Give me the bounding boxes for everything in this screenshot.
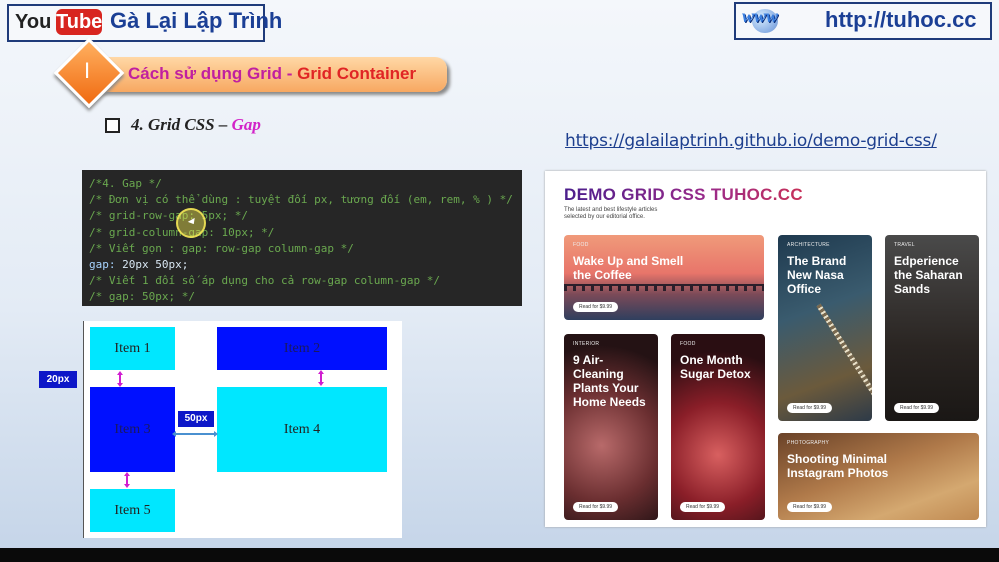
section-title-accent: Grid Container: [297, 64, 417, 83]
grid-item-2: Item 2: [217, 327, 387, 370]
card-category: INTERIOR: [573, 341, 600, 347]
subtitle-accent: Gap: [231, 115, 261, 134]
code-line: /* grid-row-gap: 5px; */: [89, 209, 248, 223]
pier-graphic: [564, 285, 764, 291]
section-number: I: [83, 58, 91, 83]
site-url: http://tuhoc.cc: [825, 7, 977, 32]
www-logo: www: [742, 6, 779, 26]
demo-page-title: DEMO GRID CSS TUHOC.CC: [564, 185, 803, 204]
card-category: ARCHITECTURE: [787, 242, 830, 248]
section-title-main: Cách sử dụng Grid -: [128, 64, 298, 83]
row-gap-arrow-icon: [117, 371, 123, 387]
demo-page-tagline: selected by our editorial office.: [564, 214, 645, 220]
code-line-gap: gap: 20px 50px;: [89, 257, 516, 273]
code-line: /* Đơn vị có thể dùng : tuyệt đối px, tư…: [89, 193, 513, 207]
grid-demo-panel: Item 1 Item 2 Item 3 Item 4 Item 5: [83, 321, 402, 538]
card-category: FOOD: [680, 341, 696, 347]
row-gap-label: 20px: [39, 371, 77, 388]
code-line: /* gap: 50px; */: [89, 290, 195, 304]
article-card[interactable]: ARCHITECTURE The Brand New Nasa Office R…: [778, 235, 872, 421]
code-value: 20px 50px;: [122, 258, 189, 272]
article-card[interactable]: FOOD Wake Up and Smell the Coffee Read f…: [564, 235, 764, 320]
column-gap-arrow-icon: [172, 431, 218, 437]
code-editor: /*4. Gap */ /* Đơn vị có thể dùng : tuyệ…: [82, 170, 522, 306]
article-card[interactable]: TRAVEL Edperience the Saharan Sands Read…: [885, 235, 979, 421]
card-read-button[interactable]: Read for $9.99: [787, 403, 833, 413]
video-bottom-bar: [0, 548, 999, 562]
card-read-button[interactable]: Read for $9.99: [573, 302, 619, 312]
column-gap-label: 50px: [178, 411, 214, 427]
youtube-logo-you: You: [15, 11, 52, 33]
card-category: TRAVEL: [894, 242, 915, 248]
checkbox-bullet-icon: [105, 118, 120, 133]
row-gap-arrow-icon: [124, 472, 130, 488]
card-read-button[interactable]: Read for $9.99: [573, 502, 619, 512]
code-line: /* Viết 1 đối số áp dụng cho cả row-gap …: [89, 274, 440, 288]
row-gap-arrow-icon: [318, 370, 324, 386]
card-read-button[interactable]: Read for $9.99: [787, 502, 833, 512]
code-keyword: gap:: [89, 258, 116, 272]
section-title: Cách sử dụng Grid - Grid Container: [128, 64, 416, 84]
code-line: /* grid-column-gap: 10px; */: [89, 225, 275, 239]
demo-link[interactable]: https://galailaptrinh.github.io/demo-gri…: [565, 131, 937, 151]
demo-page-tagline: The latest and best lifestyle articles: [564, 207, 658, 213]
grid-item-4: Item 4: [217, 387, 387, 472]
grid-item-5: Item 5: [90, 489, 175, 532]
channel-name: Gà Lại Lập Trình: [110, 8, 283, 33]
card-read-button[interactable]: Read for $9.99: [680, 502, 726, 512]
card-headline: Shooting Minimal Instagram Photos: [787, 452, 889, 480]
card-category: PHOTOGRAPHY: [787, 440, 830, 446]
card-category: FOOD: [573, 242, 589, 248]
article-card[interactable]: INTERIOR 9 Air-Cleaning Plants Your Home…: [564, 334, 658, 520]
grid-item-1: Item 1: [90, 327, 175, 370]
code-line: /* Viết gọn : gap: row-gap column-gap */: [89, 241, 354, 255]
grid-item-3: Item 3: [90, 387, 175, 472]
card-headline: Wake Up and Smell the Coffee: [573, 254, 684, 282]
demo-page-preview: DEMO GRID CSS TUHOC.CC The latest and be…: [545, 171, 986, 527]
card-read-button[interactable]: Read for $9.99: [894, 403, 940, 413]
card-headline: Edperience the Saharan Sands: [894, 254, 963, 296]
article-card[interactable]: FOOD One Month Sugar Detox Read for $9.9…: [671, 334, 765, 520]
card-headline: The Brand New Nasa Office: [787, 254, 847, 296]
crane-graphic: [816, 303, 872, 400]
subtitle: 4. Grid CSS – Gap: [131, 115, 261, 135]
code-line: /*4. Gap */: [89, 177, 162, 190]
card-headline: One Month Sugar Detox: [680, 353, 751, 381]
youtube-logo-tube: Tube: [56, 9, 103, 35]
subtitle-prefix: 4. Grid CSS –: [131, 115, 232, 134]
article-card[interactable]: PHOTOGRAPHY Shooting Minimal Instagram P…: [778, 433, 979, 520]
card-headline: 9 Air-Cleaning Plants Your Home Needs: [573, 353, 646, 409]
